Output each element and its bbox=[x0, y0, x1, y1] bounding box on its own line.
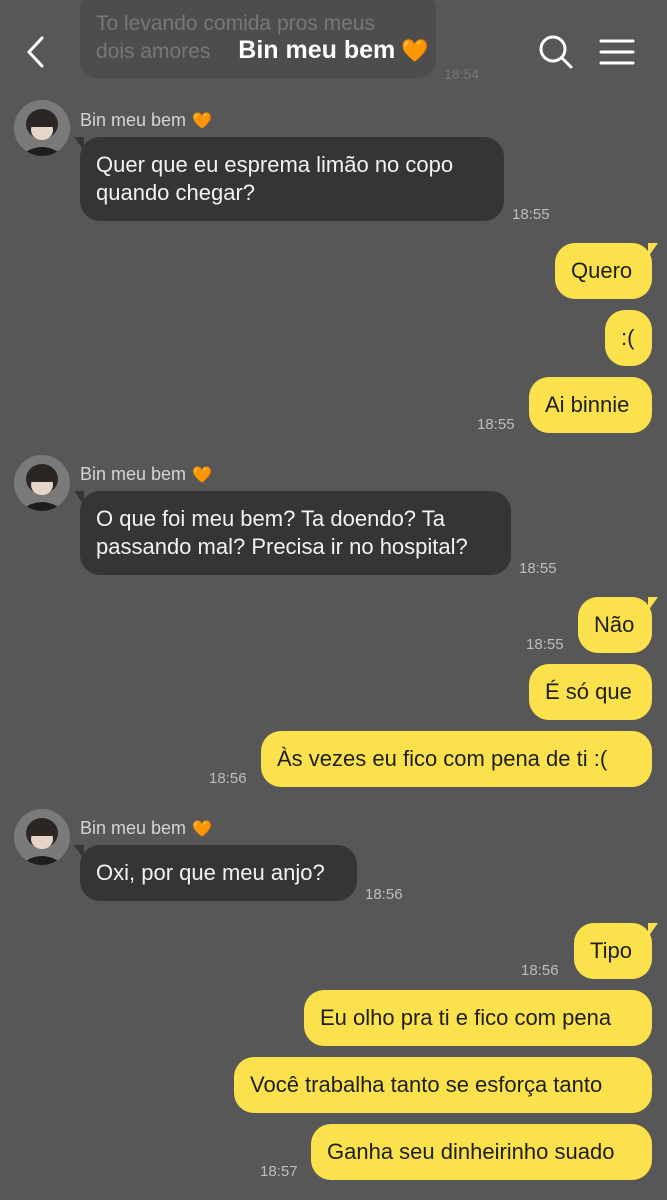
sender-name-text: Bin meu bem bbox=[80, 818, 187, 838]
outgoing-message[interactable]: Tipo bbox=[574, 923, 658, 979]
sender-name: Bin meu bem 🧡 bbox=[80, 818, 212, 839]
outgoing-message[interactable]: :( bbox=[605, 310, 652, 366]
chat-title-text: Bin meu bem bbox=[238, 36, 396, 64]
heart-icon: 🧡 bbox=[192, 467, 212, 484]
heart-icon: 🧡 bbox=[401, 38, 429, 63]
incoming-message[interactable]: Quer que eu esprema limão no copo quando… bbox=[74, 137, 504, 221]
contact-avatar[interactable] bbox=[14, 455, 70, 511]
message-time: 18:55 bbox=[519, 560, 557, 577]
heart-icon: 🧡 bbox=[192, 821, 212, 838]
incoming-message[interactable]: Oxi, por que meu anjo? bbox=[74, 845, 357, 901]
contact-avatar[interactable] bbox=[14, 100, 70, 156]
sender-name: Bin meu bem 🧡 bbox=[80, 110, 212, 131]
previous-message-time: 18:54 bbox=[444, 66, 480, 82]
outgoing-message[interactable]: É só que bbox=[529, 664, 652, 720]
outgoing-message[interactable]: Você trabalha tanto se esforça tanto bbox=[234, 1057, 652, 1113]
message-time: 18:56 bbox=[365, 886, 403, 903]
message-time: 18:55 bbox=[477, 416, 515, 433]
outgoing-message[interactable]: Quero bbox=[555, 243, 658, 299]
heart-icon: 🧡 bbox=[192, 113, 212, 130]
sender-name-text: Bin meu bem bbox=[80, 110, 187, 130]
avatar-image bbox=[14, 100, 70, 156]
outgoing-message[interactable]: Eu olho pra ti e fico com pena bbox=[304, 990, 652, 1046]
menu-button[interactable] bbox=[597, 32, 637, 72]
message-time: 18:55 bbox=[526, 636, 564, 653]
contact-avatar[interactable] bbox=[14, 809, 70, 865]
search-icon bbox=[539, 35, 573, 69]
message-time: 18:55 bbox=[512, 206, 550, 223]
sender-name: Bin meu bem 🧡 bbox=[80, 464, 212, 485]
avatar-image bbox=[14, 809, 70, 865]
message-time: 18:56 bbox=[209, 770, 247, 787]
outgoing-message[interactable]: Às vezes eu fico com pena de ti :( bbox=[261, 731, 652, 787]
search-button[interactable] bbox=[536, 32, 576, 72]
outgoing-message[interactable]: Ganha seu dinheirinho suado bbox=[311, 1124, 652, 1180]
outgoing-message[interactable]: Não bbox=[578, 597, 658, 653]
incoming-message[interactable]: O que foi meu bem? Ta doendo? Ta passand… bbox=[74, 491, 511, 575]
menu-icon bbox=[599, 39, 635, 65]
avatar-image bbox=[14, 455, 70, 511]
message-time: 18:57 bbox=[260, 1163, 298, 1180]
message-time: 18:56 bbox=[521, 962, 559, 979]
sender-name-text: Bin meu bem bbox=[80, 464, 187, 484]
outgoing-message[interactable]: Ai binnie bbox=[529, 377, 652, 433]
